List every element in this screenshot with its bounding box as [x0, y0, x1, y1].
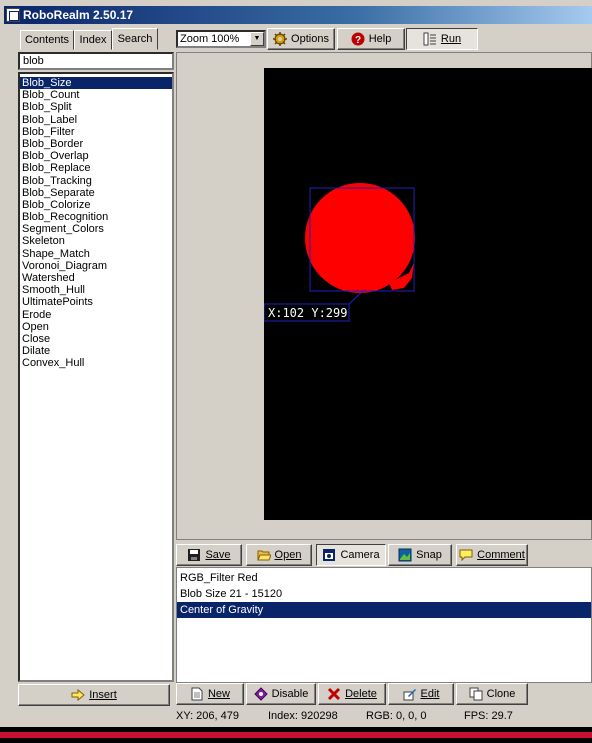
folder-open-icon [256, 550, 271, 561]
camera-label: Camera [340, 549, 380, 561]
list-item[interactable]: Blob_Colorize [20, 199, 172, 211]
arrow-right-icon [71, 688, 86, 702]
snap-button[interactable]: Snap [388, 544, 452, 566]
edit-label: Edit [420, 688, 440, 700]
disable-icon [253, 687, 268, 701]
help-button[interactable]: ? Help [337, 28, 405, 50]
list-item[interactable]: Blob_Overlap [20, 150, 172, 162]
options-button[interactable]: Options [267, 28, 335, 50]
red-blob [305, 183, 415, 293]
list-item[interactable]: Skeleton [20, 235, 172, 247]
disable-button[interactable]: Disable [246, 683, 316, 705]
tab-search[interactable]: Search [112, 28, 158, 50]
list-item[interactable]: Smooth_Hull [20, 284, 172, 296]
list-item[interactable]: Erode [20, 309, 172, 321]
pipeline-item[interactable]: RGB_Filter Red [177, 570, 591, 586]
camera-image[interactable]: X:102 Y:299 [263, 68, 592, 520]
module-results-list[interactable]: Blob_Size Blob_Count Blob_Split Blob_Label B… [18, 72, 174, 682]
list-item[interactable]: Blob_Label [20, 114, 172, 126]
insert-button[interactable]: Insert [18, 684, 170, 706]
pipeline-item[interactable]: Center of Gravity [177, 602, 591, 618]
snap-label: Snap [416, 549, 442, 561]
list-item[interactable]: UltimatePoints [20, 296, 172, 308]
save-label: Save [205, 549, 231, 561]
delete-x-icon [328, 687, 341, 701]
list-item[interactable]: Blob_Recognition [20, 211, 172, 223]
svg-text:?: ? [355, 35, 361, 46]
coordinate-label: X:102 Y:299 [268, 306, 347, 320]
comment-label: Comment [477, 549, 525, 561]
edit-icon [403, 689, 416, 701]
title-bar[interactable]: RoboRealm 2.50.17 [4, 6, 592, 24]
status-bar: XY: 206, 479 Index: 920298 RGB: 0, 0, 0 … [176, 708, 592, 724]
camera-icon [323, 549, 336, 561]
gear-icon [273, 32, 288, 46]
status-fps: FPS: 29.7 [464, 710, 513, 722]
open-label: Open [274, 549, 302, 561]
new-document-icon [191, 687, 203, 701]
list-item[interactable]: Close [20, 333, 172, 345]
run-icon [423, 32, 436, 46]
clone-label: Clone [486, 688, 516, 700]
new-button[interactable]: New [176, 683, 244, 705]
help-icon: ? [351, 32, 365, 46]
list-item[interactable]: Blob_Tracking [20, 175, 172, 187]
new-label: New [207, 688, 230, 700]
image-overlay: X:102 Y:299 [263, 183, 415, 322]
list-item[interactable]: Blob_Count [20, 89, 172, 101]
list-item[interactable]: Shape_Match [20, 248, 172, 260]
list-item[interactable]: Blob_Separate [20, 187, 172, 199]
list-item[interactable]: Open [20, 321, 172, 333]
pipeline-item[interactable]: Blob Size 21 - 15120 [177, 586, 591, 602]
floppy-disk-icon [188, 549, 201, 561]
list-item[interactable]: Voronoi_Diagram [20, 260, 172, 272]
window-title: RoboRealm 2.50.17 [23, 8, 134, 22]
help-label: Help [368, 33, 392, 45]
help-panel: Contents Index Search blob Blob_Size Blob… [4, 26, 174, 710]
insert-label: Insert [89, 689, 117, 701]
comment-icon [459, 549, 473, 562]
list-item[interactable]: Convex_Hull [20, 357, 172, 369]
clone-button[interactable]: Clone [456, 683, 528, 705]
comment-button[interactable]: Comment [456, 544, 528, 566]
edit-button[interactable]: Edit [388, 683, 454, 705]
snapshot-icon [398, 548, 412, 562]
list-item[interactable]: Blob_Filter [20, 126, 172, 138]
status-rgb: RGB: 0, 0, 0 [366, 710, 427, 722]
run-button[interactable]: Run [406, 28, 478, 50]
save-button[interactable]: Save [176, 544, 242, 566]
list-item[interactable]: Dilate [20, 345, 172, 357]
tab-index[interactable]: Index [74, 30, 112, 50]
tab-contents[interactable]: Contents [20, 30, 74, 50]
clone-icon [469, 687, 483, 701]
disable-label: Disable [271, 688, 309, 700]
pipeline-list[interactable]: RGB_Filter Red Blob Size 21 - 15120 Center… [176, 567, 592, 683]
delete-label: Delete [345, 688, 377, 700]
status-xy: XY: 206, 479 [176, 710, 239, 722]
open-button[interactable]: Open [246, 544, 312, 566]
list-item[interactable]: Blob_Replace [20, 162, 172, 174]
chevron-down-icon: ▼ [250, 32, 264, 46]
search-input[interactable]: blob [18, 52, 174, 70]
app-icon [6, 8, 20, 22]
zoom-select[interactable]: Zoom 100% ▼ [176, 30, 266, 48]
delete-button[interactable]: Delete [318, 683, 386, 705]
app-window: RoboRealm 2.50.17 Contents Index Search … [0, 0, 592, 727]
list-item[interactable]: Segment_Colors [20, 223, 172, 235]
run-label: Run [440, 33, 462, 45]
list-item[interactable]: Blob_Border [20, 138, 172, 150]
zoom-value: Zoom 100% [180, 33, 240, 45]
list-item[interactable]: Blob_Size [20, 77, 172, 90]
status-index: Index: 920298 [268, 710, 338, 722]
list-item[interactable]: Blob_Split [20, 101, 172, 113]
options-label: Options [291, 33, 329, 45]
camera-button[interactable]: Camera [316, 544, 386, 566]
list-item[interactable]: Watershed [20, 272, 172, 284]
decorative-red-stripe [0, 729, 592, 743]
